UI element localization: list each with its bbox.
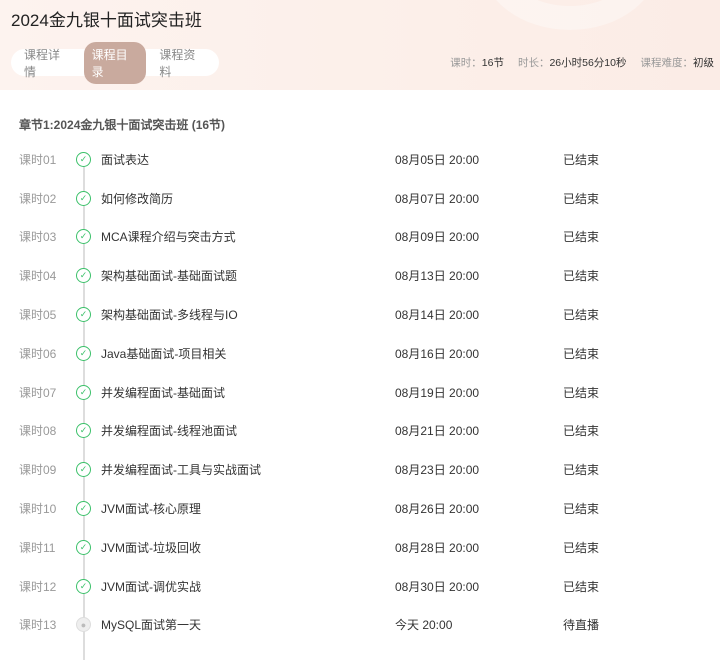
lesson-time: 08月09日 20:00 (395, 230, 480, 245)
lesson-name[interactable]: MCA课程介绍与突击方式 (101, 228, 236, 245)
lesson-row[interactable]: 课时04 ✓ 架构基础面试-基础面试题 08月13日 20:00 已结束 (0, 256, 720, 295)
lesson-count-label: 课时： (450, 57, 482, 69)
lesson-name[interactable]: 如何修改简历 (101, 190, 173, 207)
lesson-row[interactable]: 课时03 ✓ MCA课程介绍与突击方式 08月09日 20:00 已结束 (0, 218, 720, 257)
lesson-count-value: 16节 (481, 57, 504, 69)
check-circle-icon: ✓ (76, 307, 91, 323)
lesson-time: 08月07日 20:00 (395, 191, 480, 206)
lesson-number: 课时08 (19, 424, 57, 439)
check-circle-icon: ✓ (76, 578, 91, 594)
lesson-status: 已结束 (563, 191, 600, 206)
lesson-name[interactable]: JVM面试-核心原理 (101, 500, 201, 517)
lesson-status: 已结束 (563, 579, 600, 594)
lesson-row[interactable]: 课时07 ✓ 并发编程面试-基础面试 08月19日 20:00 已结束 (0, 373, 720, 412)
lesson-time: 08月05日 20:00 (395, 152, 480, 167)
lesson-number: 课时09 (19, 463, 57, 478)
lesson-time: 08月13日 20:00 (395, 269, 480, 284)
lesson-time: 08月23日 20:00 (395, 463, 480, 478)
lesson-row[interactable]: 课时13 ● MySQL面试第一天 今天 20:00 待直播 (0, 606, 720, 645)
difficulty-value: 初级 (693, 57, 714, 69)
lesson-name[interactable]: 架构基础面试-基础面试题 (101, 267, 237, 284)
course-meta: 课时：16节 时长：26小时56分10秒 课程难度：初级 (450, 55, 714, 70)
lesson-status: 已结束 (563, 385, 600, 400)
check-circle-icon: ✓ (76, 423, 91, 439)
lesson-name[interactable]: Java基础面试-项目相关 (101, 345, 226, 362)
lesson-row[interactable]: 课时10 ✓ JVM面试-核心原理 08月26日 20:00 已结束 (0, 489, 720, 528)
lesson-list: 课时01 ✓ 面试表达 08月05日 20:00 已结束 课时02 ✓ 如何修改简… (0, 140, 720, 660)
tab-bar: 课程详情 课程目录 课程资料 (11, 41, 219, 84)
lesson-time: 今天 20:00 (395, 618, 453, 633)
lesson-time: 08月21日 20:00 (395, 424, 480, 439)
duration-label: 时长： (517, 57, 550, 69)
lesson-time: 08月26日 20:00 (395, 502, 480, 517)
lesson-time: 08月14日 20:00 (395, 308, 480, 323)
lesson-number: 课时10 (19, 502, 57, 517)
lesson-time: 08月16日 20:00 (395, 346, 480, 361)
lesson-name[interactable]: 并发编程面试-线程池面试 (101, 422, 237, 439)
lesson-number: 课时06 (19, 346, 57, 361)
lesson-row[interactable]: 课时12 ✓ JVM面试-调优实战 08月30日 20:00 已结束 (0, 567, 720, 606)
check-circle-icon: ✓ (76, 384, 91, 400)
lesson-status: 已结束 (563, 540, 600, 555)
lesson-time: 08月19日 20:00 (395, 385, 480, 400)
page-title: 2024金九银十面试突击班 (11, 11, 202, 30)
course-header: 2024金九银十面试突击班 课程详情 课程目录 课程资料 课时：16节 时长：2… (0, 0, 720, 90)
check-circle-icon: ✓ (76, 151, 91, 167)
check-circle-icon: ✓ (76, 501, 91, 517)
lesson-number: 课时05 (19, 308, 57, 323)
lesson-number: 课时03 (19, 230, 57, 245)
lesson-status: 已结束 (563, 502, 600, 517)
check-circle-icon: ✓ (76, 268, 91, 284)
lesson-row[interactable]: 课时08 ✓ 并发编程面试-线程池面试 08月21日 20:00 已结束 (0, 412, 720, 451)
lesson-row[interactable]: 课时09 ✓ 并发编程面试-工具与实战面试 08月23日 20:00 已结束 (0, 450, 720, 489)
duration: 时长：26小时56分10秒 (518, 55, 627, 70)
lesson-name[interactable]: 并发编程面试-工具与实战面试 (101, 461, 261, 478)
check-circle-icon: ✓ (76, 190, 91, 206)
lesson-name[interactable]: JVM面试-调优实战 (101, 578, 201, 595)
lesson-status: 已结束 (563, 152, 600, 167)
check-circle-icon: ✓ (76, 229, 91, 245)
lesson-number: 课时11 (19, 540, 56, 555)
lesson-status: 待直播 (563, 618, 600, 633)
difficulty-label: 课程难度： (640, 57, 694, 69)
lesson-status: 已结束 (563, 346, 600, 361)
lesson-status: 已结束 (563, 230, 600, 245)
difficulty: 课程难度：初级 (641, 55, 715, 70)
lesson-number: 课时12 (19, 579, 57, 594)
lesson-number: 课时13 (19, 618, 57, 633)
lesson-count: 课时：16节 (450, 55, 504, 70)
lesson-number: 课时07 (19, 385, 57, 400)
lock-icon: ● (76, 617, 91, 633)
tab-course-details[interactable]: 课程详情 (16, 42, 79, 84)
chapter-title: 章节1:2024金九银十面试突击班 (16节) (19, 118, 226, 132)
lesson-name[interactable]: 并发编程面试-基础面试 (101, 384, 225, 401)
decorative-circle (480, 0, 660, 30)
lesson-status: 已结束 (563, 308, 600, 323)
lesson-name[interactable]: MySQL面试第一天 (101, 616, 201, 633)
lesson-name[interactable]: 面试表达 (101, 151, 149, 168)
lesson-row[interactable]: 课时05 ✓ 架构基础面试-多线程与IO 08月14日 20:00 已结束 (0, 295, 720, 334)
lesson-row[interactable]: 课时06 ✓ Java基础面试-项目相关 08月16日 20:00 已结束 (0, 334, 720, 373)
tab-course-materials[interactable]: 课程资料 (151, 42, 214, 84)
lesson-number: 课时01 (19, 152, 57, 167)
lesson-status: 已结束 (563, 463, 600, 478)
tab-course-catalog[interactable]: 课程目录 (83, 41, 147, 84)
lesson-row[interactable]: 课时01 ✓ 面试表达 08月05日 20:00 已结束 (0, 140, 720, 179)
lesson-number: 课时04 (19, 269, 57, 284)
lesson-name[interactable]: JVM面试-垃圾回收 (101, 539, 201, 556)
lesson-number: 课时02 (19, 191, 57, 206)
check-circle-icon: ✓ (76, 539, 91, 555)
check-circle-icon: ✓ (76, 345, 91, 361)
lesson-time: 08月30日 20:00 (395, 579, 480, 594)
lesson-time: 08月28日 20:00 (395, 540, 480, 555)
lesson-row[interactable]: 课时11 ✓ JVM面试-垃圾回收 08月28日 20:00 已结束 (0, 528, 720, 567)
lesson-name[interactable]: 架构基础面试-多线程与IO (101, 306, 238, 323)
lesson-row[interactable]: 课时02 ✓ 如何修改简历 08月07日 20:00 已结束 (0, 179, 720, 218)
lesson-status: 已结束 (563, 424, 600, 439)
duration-value: 26小时56分10秒 (549, 57, 627, 69)
check-circle-icon: ✓ (76, 462, 91, 478)
lesson-status: 已结束 (563, 269, 600, 284)
